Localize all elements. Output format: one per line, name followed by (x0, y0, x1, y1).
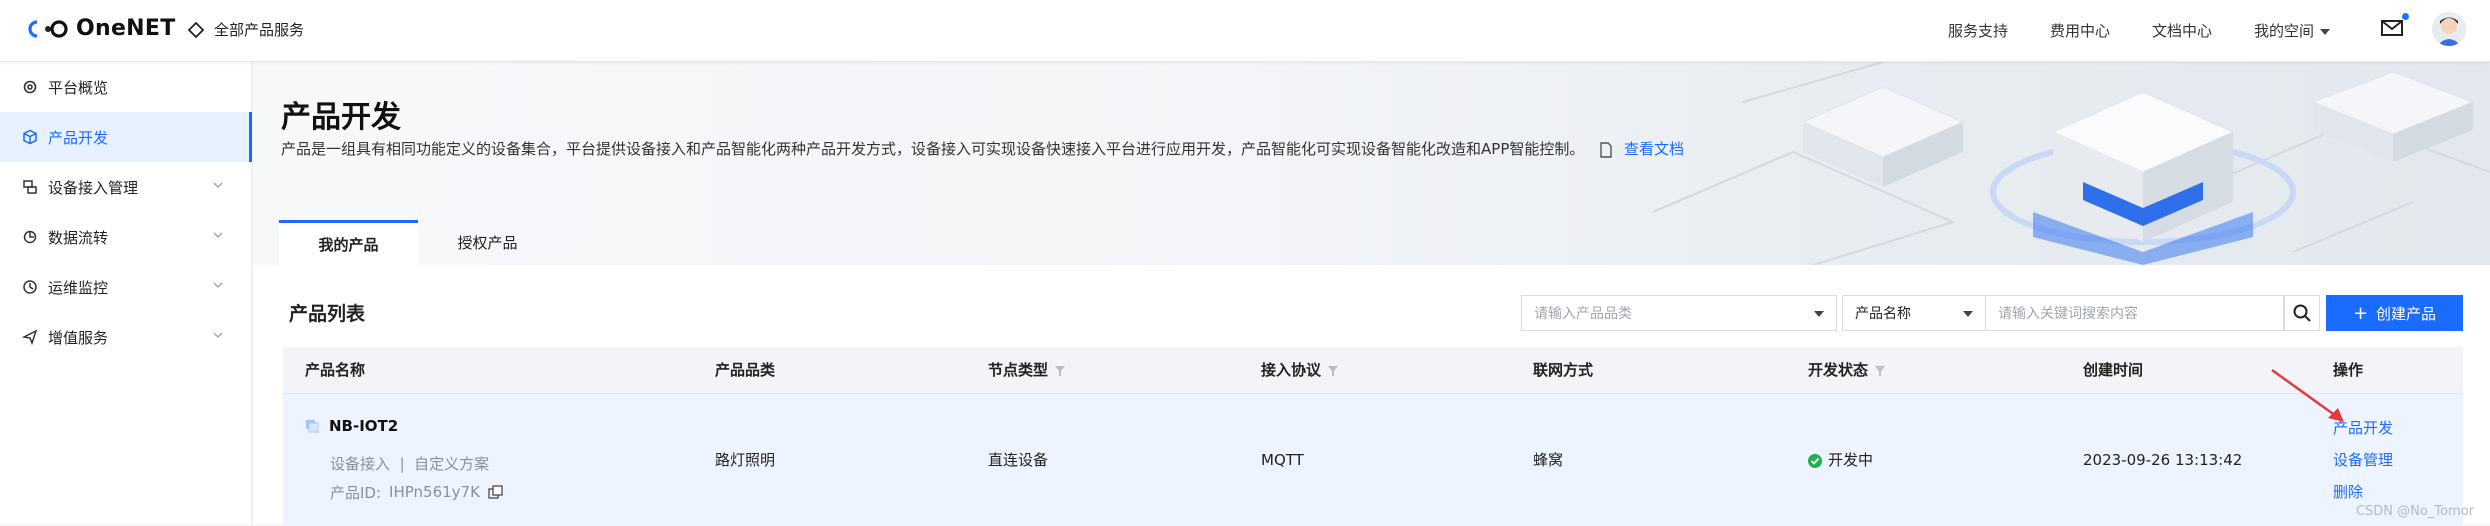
sidebar: 平台概览 产品开发 设备接入管理 数据流转 运维监控 增值服务 (0, 62, 252, 525)
search-field-value: 产品名称 (1855, 306, 1911, 322)
search-icon (2293, 304, 2311, 322)
cell-node-type: 直连设备 (966, 393, 1239, 526)
delete-link[interactable]: 删除 (2333, 476, 2463, 508)
keyword-placeholder: 请输入关键词搜索内容 (1998, 306, 2138, 322)
filter-icon[interactable] (1327, 365, 1339, 377)
my-space-menu[interactable]: 我的空间 (2254, 20, 2330, 41)
product-icon (306, 419, 319, 433)
unread-dot (2402, 13, 2409, 20)
create-product-button[interactable]: + 创建产品 (2326, 295, 2463, 331)
category-placeholder: 请输入产品品类 (1534, 306, 1632, 322)
filter-icon[interactable] (1874, 365, 1886, 377)
search-button[interactable] (2284, 295, 2320, 331)
watermark: CSDN @No_Tomor (2355, 504, 2474, 519)
devices-icon (23, 180, 37, 194)
onenet-logo-icon (28, 19, 68, 38)
link-service-support[interactable]: 服务支持 (1948, 20, 2008, 41)
create-product-label: 创建产品 (2376, 304, 2437, 323)
col-header-protocol[interactable]: 接入协议 (1239, 347, 1511, 394)
user-avatar[interactable] (2432, 12, 2466, 46)
product-list-panel: 产品列表 请输入产品品类 产品名称 请输入关键词搜索内容 + 创建产品 产品名称… (253, 265, 2490, 526)
product-tabs: 我的产品 授权产品 (279, 220, 557, 265)
mail-button[interactable] (2380, 13, 2409, 40)
sidebar-item-label: 平台概览 (48, 78, 109, 97)
chevron-down-icon (213, 182, 223, 188)
tab-my-products[interactable]: 我的产品 (279, 220, 418, 265)
col-header-dev-status[interactable]: 开发状态 (1786, 347, 2061, 394)
banner-illustration (1653, 62, 2490, 265)
sidebar-item-label: 产品开发 (48, 128, 109, 147)
sidebar-item-data-flow[interactable]: 数据流转 (0, 212, 251, 262)
link-billing-center[interactable]: 费用中心 (2050, 20, 2110, 41)
description-text: 产品是一组具有相同功能定义的设备集合，平台提供设备接入和产品智能化两种产品开发方… (281, 140, 1585, 158)
status-check-icon (1808, 453, 1822, 468)
page-banner: 产品开发 产品是一组具有相同功能定义的设备集合，平台提供设备接入和产品智能化两种… (253, 62, 2490, 265)
table-row: NB-IOT2 设备接入 | 自定义方案 产品ID: IHPn561y7K 路灯… (283, 393, 2463, 526)
search-field-select[interactable]: 产品名称 (1842, 295, 1986, 331)
product-table: 产品名称 产品品类 节点类型 接入协议 联网方式 开发状态 创建时间 操作 NB… (283, 347, 2463, 526)
product-dev-link[interactable]: 产品开发 (2333, 412, 2463, 444)
caret-down-icon (1963, 311, 1973, 317)
gear-icon (23, 80, 37, 94)
cell-category: 路灯照明 (693, 393, 966, 526)
status-text: 开发中 (1828, 451, 1874, 470)
diamond-icon (188, 21, 204, 38)
filter-icon[interactable] (1054, 365, 1066, 377)
page-description: 产品是一组具有相同功能定义的设备集合，平台提供设备接入和产品智能化两种产品开发方… (281, 138, 1684, 159)
chevron-down-icon (213, 282, 223, 288)
col-header-name: 产品名称 (283, 347, 693, 394)
view-docs-link[interactable]: 查看文档 (1624, 140, 1684, 158)
category-select[interactable]: 请输入产品品类 (1521, 295, 1837, 331)
product-name-text: NB-IOT2 (329, 416, 399, 435)
my-space-label: 我的空间 (2253, 22, 2314, 40)
col-header-node-type[interactable]: 节点类型 (966, 347, 1239, 394)
list-title: 产品列表 (289, 303, 366, 325)
chevron-down-icon (213, 332, 223, 338)
sidebar-item-platform-overview[interactable]: 平台概览 (0, 62, 251, 112)
all-products-menu[interactable]: 全部产品服务 (188, 19, 304, 40)
cell-protocol: MQTT (1239, 393, 1511, 526)
onenet-logo[interactable]: OneNET (26, 16, 176, 41)
tab-authorized-products[interactable]: 授权产品 (418, 220, 557, 265)
keyword-search-input[interactable]: 请输入关键词搜索内容 (1986, 295, 2284, 331)
device-manage-link[interactable]: 设备管理 (2333, 444, 2463, 476)
caret-down-icon (1814, 311, 1824, 317)
cell-network: 蜂窝 (1511, 393, 1786, 526)
annotation-arrow-icon (2271, 368, 2344, 422)
link-docs-center[interactable]: 文档中心 (2152, 20, 2212, 41)
col-header-network: 联网方式 (1511, 347, 1786, 394)
product-id: 产品ID: IHPn561y7K (330, 482, 693, 503)
all-products-label: 全部产品服务 (214, 21, 305, 39)
document-icon (1600, 141, 1612, 158)
logo-text: OneNET (76, 16, 176, 41)
sidebar-item-product-dev[interactable]: 产品开发 (0, 112, 252, 162)
mail-icon (2381, 20, 2403, 36)
flow-icon (23, 230, 37, 244)
product-access-scheme: 设备接入 | 自定义方案 (330, 454, 490, 473)
sidebar-item-label: 数据流转 (48, 228, 109, 247)
sidebar-item-ops-monitor[interactable]: 运维监控 (0, 262, 251, 312)
avatar-icon (2432, 12, 2466, 46)
top-links: 服务支持 费用中心 文档中心 我的空间 (1948, 20, 2330, 41)
top-bar: OneNET 全部产品服务 服务支持 费用中心 文档中心 我的空间 (0, 0, 2490, 62)
product-name[interactable]: NB-IOT2 (305, 417, 693, 435)
cell-product-name: NB-IOT2 设备接入 | 自定义方案 产品ID: IHPn561y7K (283, 393, 693, 526)
chevron-down-icon (213, 232, 223, 238)
plus-icon: + (2352, 302, 2369, 324)
sidebar-item-device-access[interactable]: 设备接入管理 (0, 162, 251, 212)
col-header-category: 产品品类 (693, 347, 966, 394)
sidebar-item-value-added[interactable]: 增值服务 (0, 312, 251, 362)
cell-dev-status: 开发中 (1786, 393, 2061, 526)
sidebar-item-label: 运维监控 (48, 278, 109, 297)
caret-down-icon (2320, 28, 2330, 35)
table-header-row: 产品名称 产品品类 节点类型 接入协议 联网方式 开发状态 创建时间 操作 (283, 347, 2463, 394)
sidebar-item-label: 设备接入管理 (48, 178, 139, 197)
copy-icon[interactable] (488, 485, 504, 499)
sidebar-item-label: 增值服务 (48, 328, 109, 347)
clock-monitor-icon (23, 280, 37, 294)
send-icon (22, 329, 38, 345)
page-title: 产品开发 (281, 100, 401, 135)
cube-icon (23, 129, 37, 145)
